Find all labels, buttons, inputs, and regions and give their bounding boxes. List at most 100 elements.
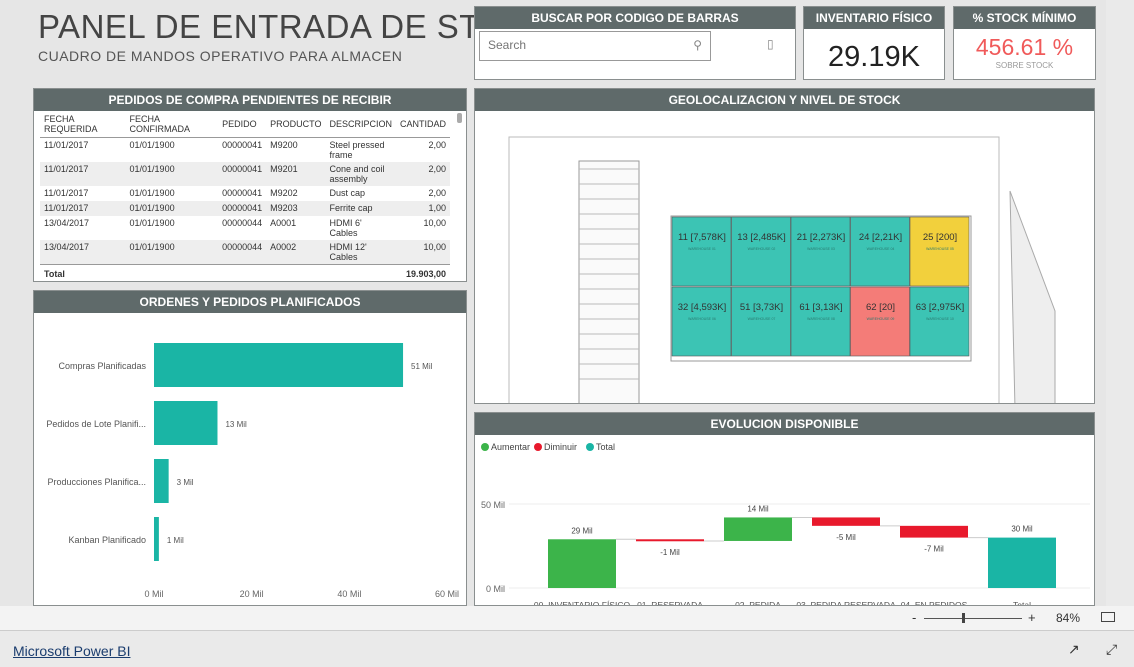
column-header[interactable]: DESCRIPCION bbox=[325, 111, 396, 138]
table-cell: 2,00 bbox=[428, 140, 446, 150]
y-tick-label: 50 Mil bbox=[481, 500, 505, 510]
table-cell: 11/01/2017 bbox=[44, 188, 89, 198]
warehouse-label: 25 [200] bbox=[923, 232, 957, 243]
search-input[interactable] bbox=[480, 32, 680, 58]
table-cell: 00000044 bbox=[222, 218, 263, 228]
column-header[interactable]: PEDIDO bbox=[218, 111, 267, 138]
warehouse-name: WAREHOUSE 08 bbox=[807, 317, 835, 321]
road-ramp bbox=[1009, 190, 1056, 410]
table-row[interactable]: 13/04/2017 01/01/1900 00000044 A0002 HDMI 12… bbox=[40, 240, 450, 265]
search-panel: BUSCAR POR CODIGO DE BARRAS ⚲ ▯ bbox=[474, 6, 796, 80]
table-row[interactable]: 11/01/2017 01/01/1900 00000041 M9203 Ferrite… bbox=[40, 201, 450, 216]
table-cell: A0001 bbox=[270, 218, 297, 228]
warehouse-name: WAREHOUSE 09 bbox=[867, 317, 895, 321]
warehouse-cell bbox=[671, 216, 732, 287]
category-label: 03. PEDIDA RESERVADA bbox=[796, 600, 896, 605]
warehouse-name: WAREHOUSE 10 bbox=[926, 317, 954, 321]
table-cell: 2,00 bbox=[428, 188, 446, 198]
table-scrollbar[interactable] bbox=[457, 113, 462, 123]
warehouse-label: 62 [20] bbox=[866, 302, 895, 313]
table-cell: 11/01/2017 bbox=[40, 201, 126, 216]
zoom-in-button[interactable]: + bbox=[1028, 610, 1036, 625]
table-cell: 13/04/2017 bbox=[40, 240, 126, 265]
legend-marker bbox=[481, 443, 489, 451]
table-cell: Steel pressed frame bbox=[329, 140, 385, 160]
legend-marker bbox=[586, 443, 594, 451]
warehouse-cell bbox=[850, 216, 910, 287]
share-icon[interactable]: ↗ bbox=[1068, 641, 1080, 658]
table-cell: 10,00 bbox=[423, 218, 446, 228]
category-label: 00. INVENTARIO FÍSICO bbox=[534, 600, 631, 605]
warehouse-label: 61 [3,13K] bbox=[799, 302, 842, 313]
waterfall-bar bbox=[812, 517, 880, 526]
column-header[interactable]: FECHA REQUERIDA bbox=[40, 111, 126, 138]
zoom-bar: - + 84% bbox=[0, 606, 1134, 630]
search-icon[interactable]: ⚲ bbox=[693, 38, 702, 52]
column-header[interactable]: CANTIDAD bbox=[395, 111, 450, 138]
warehouse-label: 13 [2,485K] bbox=[737, 232, 786, 243]
table-cell: M9200 bbox=[270, 140, 298, 150]
map-title: GEOLOCALIZACION Y NIVEL DE STOCK bbox=[475, 89, 1094, 111]
category-label: Producciones Planifica... bbox=[47, 477, 146, 487]
kpi-stock-title: % STOCK MÍNIMO bbox=[954, 7, 1095, 29]
data-label: 1 Mil bbox=[167, 536, 184, 545]
warehouse-name: WAREHOUSE 06 bbox=[688, 317, 716, 321]
data-label: -7 Mil bbox=[924, 545, 944, 554]
table-row[interactable]: 13/04/2017 01/01/1900 00000044 A0001 HDMI 6'… bbox=[40, 216, 450, 240]
data-label: 13 Mil bbox=[225, 420, 247, 429]
table-cell: 01/01/1900 bbox=[125, 201, 219, 216]
zoom-slider[interactable] bbox=[924, 613, 1022, 623]
column-header[interactable]: PRODUCTO bbox=[266, 111, 326, 138]
legend-marker bbox=[534, 443, 542, 451]
table-cell: 01/01/1900 bbox=[125, 240, 219, 265]
total-row: Total 19.903,00 bbox=[40, 264, 450, 281]
table-cell: Dust cap bbox=[329, 188, 365, 198]
warehouse-name: WAREHOUSE 02 bbox=[748, 247, 776, 251]
warehouse-name: WAREHOUSE 04 bbox=[867, 247, 895, 251]
x-tick-label: 20 Mil bbox=[240, 589, 264, 599]
table-cell: 11/01/2017 bbox=[40, 162, 126, 186]
legend-label: Total bbox=[596, 442, 615, 452]
kpi-stock-value: 456.61 % bbox=[975, 34, 1074, 60]
data-label: 14 Mil bbox=[747, 504, 769, 513]
page-subtitle: CUADRO DE MANDOS OPERATIVO PARA ALMACEN bbox=[38, 48, 403, 64]
total-label: Total bbox=[40, 264, 126, 281]
planned-orders-title: ORDENES Y PEDIDOS PLANIFICADOS bbox=[34, 291, 466, 313]
table-cell: 01/01/1900 bbox=[129, 140, 175, 150]
warehouse-cell bbox=[731, 216, 791, 287]
table-cell: 10,00 bbox=[395, 240, 450, 265]
warehouse-cell bbox=[790, 216, 851, 287]
waterfall-bar bbox=[988, 537, 1056, 588]
evolution-chart: Aumentar Diminuir Total 50 Mil 0 Mil 29 Mil 00… bbox=[481, 442, 1090, 610]
table-row[interactable]: 11/01/2017 01/01/1900 00000041 M9202 Dust ca… bbox=[40, 186, 450, 201]
kpi-inventory-value: 29.19K bbox=[828, 41, 920, 73]
power-bi-link[interactable]: Microsoft Power BI bbox=[13, 643, 130, 659]
warehouse-name: WAREHOUSE 03 bbox=[807, 247, 835, 251]
evolution-panel: EVOLUCION DISPONIBLE Aumentar Diminuir Tot… bbox=[474, 412, 1095, 610]
table-cell: 00000041 bbox=[218, 162, 267, 186]
eraser-icon[interactable]: ▯ bbox=[767, 37, 774, 51]
category-label: 02. PEDIDA bbox=[735, 600, 781, 605]
warehouse-label: 21 [2,273K] bbox=[797, 232, 846, 243]
warehouse-map: 11 [7,578K] WAREHOUSE 01 13 [2,485K] WAREHO… bbox=[508, 136, 1056, 412]
category-label: Kanban Planificado bbox=[68, 535, 146, 545]
table-cell: 00000041 bbox=[222, 140, 263, 150]
column-header[interactable]: FECHA CONFIRMADA bbox=[125, 111, 219, 138]
data-label: 30 Mil bbox=[1011, 525, 1033, 534]
zoom-level[interactable]: 84% bbox=[1056, 611, 1080, 625]
warehouse-cell bbox=[850, 286, 910, 357]
category-label: Total bbox=[1013, 600, 1031, 605]
search-box[interactable]: ⚲ bbox=[479, 31, 711, 61]
table-row[interactable]: 11/01/2017 01/01/1900 00000041 M9200 Steel p… bbox=[40, 138, 450, 163]
fullscreen-icon[interactable]: ⤢ bbox=[1106, 641, 1117, 658]
data-label: 3 Mil bbox=[177, 478, 194, 487]
orders-table-title: PEDIDOS DE COMPRA PENDIENTES DE RECIBIR bbox=[34, 89, 466, 111]
fit-page-icon[interactable] bbox=[1101, 612, 1115, 622]
table-row[interactable]: 11/01/2017 01/01/1900 00000041 M9201 Cone an… bbox=[40, 162, 450, 186]
map-panel: GEOLOCALIZACION Y NIVEL DE STOCK 11 [7,5… bbox=[474, 88, 1095, 412]
table-cell: Ferrite cap bbox=[325, 201, 396, 216]
table-cell: M9202 bbox=[270, 188, 298, 198]
waterfall-bar bbox=[548, 539, 616, 588]
table-cell: 01/01/1900 bbox=[129, 188, 175, 198]
zoom-out-button[interactable]: - bbox=[912, 610, 916, 625]
